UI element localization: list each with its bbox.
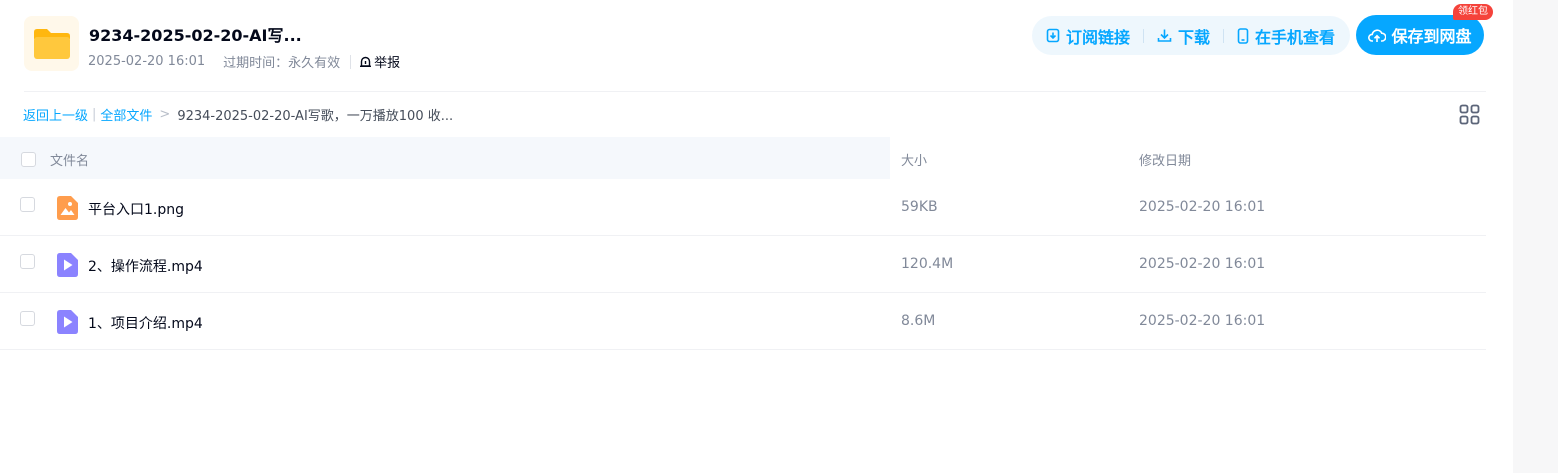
cloud-upload-icon [1368,28,1387,42]
save-to-cloud-label: 保存到网盘 [1391,27,1472,46]
video-file-icon [57,310,78,334]
column-name-header[interactable]: 文件名 [50,150,89,169]
file-table-header: 文件名 大小 修改日期 [0,137,1486,179]
phone-icon [1237,27,1249,44]
table-row[interactable]: 2、操作流程.mp4 120.4M 2025-02-20 16:01 [0,236,1486,293]
back-link[interactable]: 返回上一级 [23,105,88,124]
alarm-icon [360,56,372,68]
breadcrumb-separator: | [92,107,97,122]
red-packet-badge[interactable]: 领红包 [1453,4,1493,20]
row-checkbox[interactable] [20,254,35,269]
grid-icon [1459,104,1480,125]
expire-time: 过期时间：永久有效 [223,56,341,71]
save-to-cloud-button[interactable]: 保存到网盘 [1356,15,1484,55]
table-row[interactable]: 平台入口1.png 59KB 2025-02-20 16:01 [0,179,1486,236]
download-icon [1157,29,1172,42]
view-on-phone-label: 在手机查看 [1255,27,1336,47]
file-size: 59KB [901,199,938,215]
view-on-phone-button[interactable]: 在手机查看 [1237,24,1335,48]
table-row[interactable]: 1、项目介绍.mp4 8.6M 2025-02-20 16:01 [0,293,1486,350]
column-size-header[interactable]: 大小 [901,150,927,169]
all-files-link[interactable]: 全部文件 [100,105,152,124]
file-size: 8.6M [901,313,936,329]
action-divider [1143,28,1145,43]
breadcrumb-chevron-icon: > [159,107,171,122]
folder-icon [24,16,79,71]
file-date: 2025-02-20 16:01 [1139,199,1266,215]
row-checkbox[interactable] [20,311,35,326]
column-date-header[interactable]: 修改日期 [1139,150,1191,169]
file-size: 120.4M [901,256,954,272]
file-name[interactable]: 1、项目介绍.mp4 [88,313,203,333]
share-title: 9234-2025-02-20-AI写... [89,26,302,45]
file-name[interactable]: 平台入口1.png [88,199,184,219]
row-checkbox[interactable] [20,197,35,212]
file-date: 2025-02-20 16:01 [1139,313,1266,329]
header-background [0,137,890,179]
image-file-icon [57,196,78,220]
created-time: 2025-02-20 16:01 [88,54,206,69]
share-meta: 2025-02-20 16:01 过期时间：永久有效 举报 [88,52,400,71]
breadcrumb: 返回上一级 | 全部文件 > 9234-2025-02-20-AI写歌，一万播放… [23,105,453,124]
grid-view-button[interactable] [1459,104,1480,125]
meta-divider [350,54,352,69]
download-button[interactable]: 下载 [1157,24,1210,48]
scrollbar-track[interactable] [1513,0,1558,473]
share-actions: 订阅链接 下载 在手机查看 [1032,16,1350,55]
header-divider [24,91,1486,92]
report-label: 举报 [374,56,401,71]
video-file-icon [57,253,78,277]
current-folder: 9234-2025-02-20-AI写歌，一万播放100 收... [177,109,454,124]
share-page: 9234-2025-02-20-AI写... 2025-02-20 16:01 … [0,0,1558,473]
subscribe-link-button[interactable]: 订阅链接 [1046,24,1130,48]
download-label: 下载 [1178,27,1211,47]
report-button[interactable]: 举报 [359,52,400,71]
subscribe-label: 订阅链接 [1066,27,1131,47]
action-divider [1223,28,1225,43]
file-date: 2025-02-20 16:01 [1139,256,1266,272]
select-all-checkbox[interactable] [21,152,36,167]
subscribe-icon [1046,28,1060,43]
file-name[interactable]: 2、操作流程.mp4 [88,256,203,276]
